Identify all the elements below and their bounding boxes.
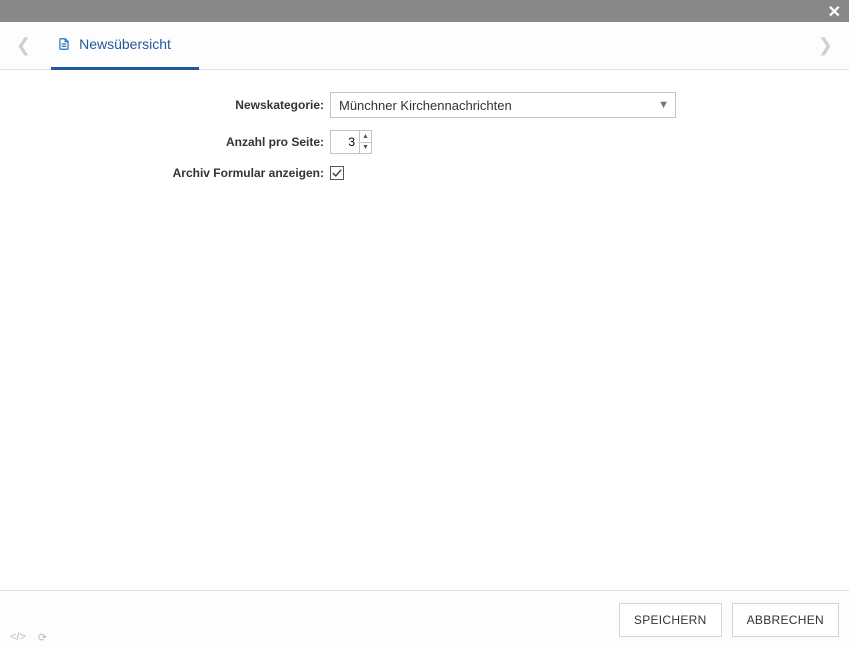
input-per-page[interactable] bbox=[331, 131, 359, 153]
nav-next-icon[interactable]: ❯ bbox=[814, 31, 837, 60]
select-category[interactable]: Münchner Kirchennachrichten ▼ bbox=[330, 92, 676, 118]
label-per-page: Anzahl pro Seite: bbox=[20, 135, 330, 149]
chevron-down-icon: ▼ bbox=[658, 99, 669, 111]
code-icon[interactable]: </> bbox=[10, 631, 26, 644]
nav-prev-icon[interactable]: ❮ bbox=[12, 31, 35, 60]
checkbox-archive[interactable] bbox=[330, 166, 344, 180]
check-icon bbox=[332, 168, 342, 178]
row-archive: Archiv Formular anzeigen: bbox=[20, 166, 829, 180]
refresh-icon[interactable]: ⟳ bbox=[38, 631, 47, 644]
tab-label: Newsübersicht bbox=[79, 36, 171, 52]
header-bar: ❮ Newsübersicht ❯ bbox=[0, 22, 849, 70]
spinner-per-page[interactable]: ▲ ▼ bbox=[330, 130, 372, 154]
spinner-down-icon[interactable]: ▼ bbox=[360, 143, 371, 154]
spinner-up-icon[interactable]: ▲ bbox=[360, 131, 371, 143]
close-icon[interactable]: ✕ bbox=[828, 2, 841, 22]
label-archive: Archiv Formular anzeigen: bbox=[20, 166, 330, 180]
save-button[interactable]: SPEICHERN bbox=[619, 603, 722, 637]
select-category-value: Münchner Kirchennachrichten bbox=[339, 98, 512, 113]
form-panel: Newskategorie: Münchner Kirchennachricht… bbox=[0, 70, 849, 214]
tab-news-overview[interactable]: Newsübersicht bbox=[51, 22, 199, 70]
row-per-page: Anzahl pro Seite: ▲ ▼ bbox=[20, 130, 829, 154]
title-bar: ✕ bbox=[0, 0, 849, 22]
cancel-button[interactable]: ABBRECHEN bbox=[732, 603, 839, 637]
row-category: Newskategorie: Münchner Kirchennachricht… bbox=[20, 92, 829, 118]
footer-bar: </> ⟳ SPEICHERN ABBRECHEN bbox=[0, 590, 849, 648]
document-icon bbox=[57, 37, 71, 51]
label-category: Newskategorie: bbox=[20, 98, 330, 112]
